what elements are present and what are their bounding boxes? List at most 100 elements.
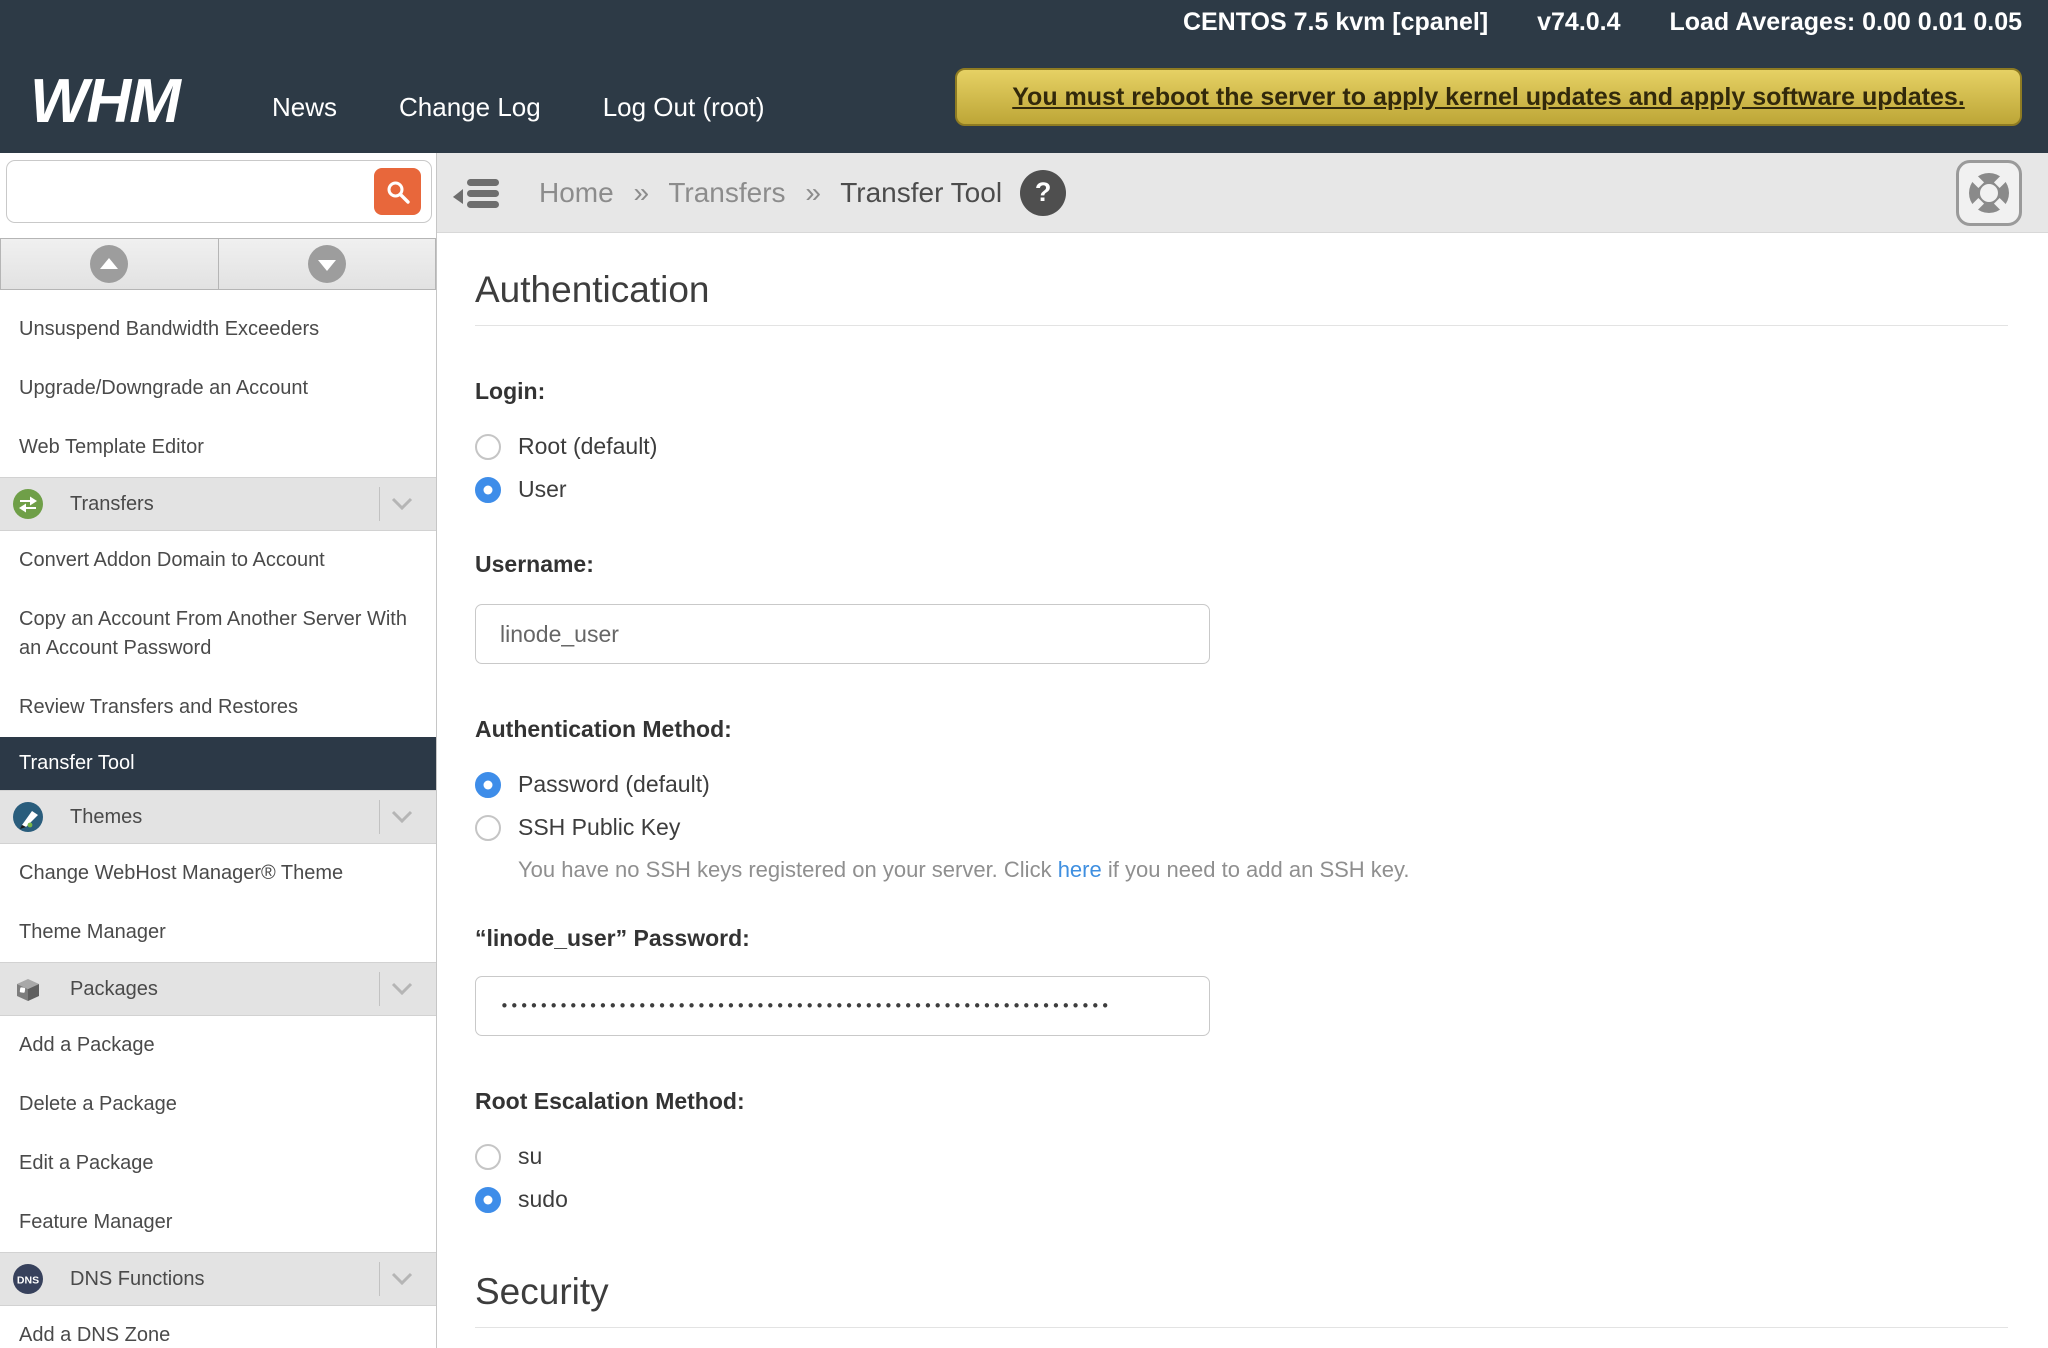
sidebar-section-transfers[interactable]: Transfers [0,477,436,531]
sidebar-item-web-template-editor[interactable]: Web Template Editor [0,418,436,477]
chevron-down-icon[interactable] [380,497,424,511]
server-version: v74.0.4 [1537,8,1620,36]
sidebar-search [6,160,432,223]
radio-label: sudo [518,1186,568,1213]
root-escalation-label: Root Escalation Method: [475,1088,2008,1115]
method-radio-group: Password (default) SSH Public Key [475,771,2008,841]
sidebar-item-transfer-tool[interactable]: Transfer Tool [0,737,436,790]
radio-user[interactable]: User [475,476,2008,503]
chevron-down-icon[interactable] [380,982,424,996]
transfers-icon [12,488,44,520]
password-input[interactable] [475,976,1210,1036]
escalation-radio-group: su sudo [475,1143,2008,1213]
nav-news[interactable]: News [272,92,337,123]
chevron-down-icon[interactable] [380,810,424,824]
breadcrumb-home[interactable]: Home [539,177,614,208]
support-button[interactable] [1956,160,2022,226]
top-nav: News Change Log Log Out (root) [272,92,765,123]
breadcrumb-transfers[interactable]: Transfers [668,177,785,208]
packages-icon [12,973,44,1005]
radio-icon[interactable] [475,815,501,841]
radio-label: User [518,476,567,503]
ssh-here-link[interactable]: here [1058,857,1102,882]
breadcrumb-current: Transfer Tool [840,177,1002,208]
load-averages: Load Averages: 0.00 0.01 0.05 [1669,8,2022,36]
login-label: Login: [475,378,2008,405]
main-content: Authentication Login: Root (default) Use… [437,233,2048,1348]
breadcrumb-separator: » [633,177,649,208]
radio-label: su [518,1143,542,1170]
sidebar-item-delete-package[interactable]: Delete a Package [0,1075,436,1134]
radio-icon[interactable] [475,772,501,798]
radio-label: Password (default) [518,771,710,798]
authentication-heading: Authentication [475,269,2008,311]
breadcrumb-bar: Home » Transfers » Transfer Tool ? [437,153,2048,233]
sidebar-section-label: DNS Functions [70,1268,205,1291]
radio-icon[interactable] [475,1187,501,1213]
sidebar-item-add-package[interactable]: Add a Package [0,1016,436,1075]
radio-icon[interactable] [475,434,501,460]
sidebar: Unsuspend Bandwidth Exceeders Upgrade/Do… [0,153,437,1348]
radio-root-default[interactable]: Root (default) [475,433,2008,460]
sidebar-item-review-transfers[interactable]: Review Transfers and Restores [0,678,436,737]
sidebar-item-convert-addon[interactable]: Convert Addon Domain to Account [0,531,436,590]
life-ring-icon [1966,170,2012,216]
divider [475,1327,2008,1328]
radio-su[interactable]: su [475,1143,2008,1170]
username-label: Username: [475,551,2008,578]
reboot-warning-text: You must reboot the server to apply kern… [1012,83,1965,112]
radio-icon[interactable] [475,1144,501,1170]
radio-icon[interactable] [475,477,501,503]
ssh-note-text: You have no SSH keys registered on your … [518,857,1058,882]
username-input[interactable] [475,604,1210,664]
sidebar-item-copy-account[interactable]: Copy an Account From Another Server With… [0,590,436,678]
breadcrumb: Home » Transfers » Transfer Tool [539,177,1002,209]
top-bar: WHM News Change Log Log Out (root) CENTO… [0,0,2048,153]
sidebar-section-label: Packages [70,978,158,1001]
search-icon [385,179,411,205]
sidebar-item-upgrade-downgrade[interactable]: Upgrade/Downgrade an Account [0,359,436,418]
dns-icon: DNS [12,1263,44,1295]
radio-sudo[interactable]: sudo [475,1186,2008,1213]
sidebar-item-change-whm-theme[interactable]: Change WebHost Manager® Theme [0,844,436,903]
search-input[interactable] [6,160,432,223]
nav-log-out[interactable]: Log Out (root) [603,92,765,123]
sidebar-item-unsuspend-bandwidth[interactable]: Unsuspend Bandwidth Exceeders [0,300,436,359]
sidebar-section-themes[interactable]: Themes [0,790,436,844]
radio-label: SSH Public Key [518,814,680,841]
server-status: CENTOS 7.5 kvm [cpanel] v74.0.4 Load Ave… [1183,8,2022,37]
authentication-method-label: Authentication Method: [475,716,2008,743]
nav-change-log[interactable]: Change Log [399,92,541,123]
radio-password-default[interactable]: Password (default) [475,771,2008,798]
sidebar-item-edit-package[interactable]: Edit a Package [0,1134,436,1193]
scroll-down-button[interactable] [219,238,437,290]
radio-ssh-public-key[interactable]: SSH Public Key [475,814,2008,841]
arrow-up-icon [90,245,128,283]
chevron-down-icon[interactable] [380,1272,424,1286]
whm-logo[interactable]: WHM [30,66,179,137]
sidebar-section-label: Themes [70,806,142,829]
radio-label: Root (default) [518,433,657,460]
collapse-sidebar-icon[interactable] [451,173,501,213]
password-label: “linode_user” Password: [475,925,2008,952]
sidebar-section-dns-functions[interactable]: DNS DNS Functions [0,1252,436,1306]
divider [475,325,2008,326]
svg-text:DNS: DNS [17,1275,39,1287]
reboot-warning-banner[interactable]: You must reboot the server to apply kern… [955,68,2022,126]
search-button[interactable] [374,168,421,215]
arrow-down-icon [308,245,346,283]
sidebar-item-add-dns-zone[interactable]: Add a DNS Zone [0,1306,436,1348]
breadcrumb-separator: » [805,177,821,208]
sidebar-item-theme-manager[interactable]: Theme Manager [0,903,436,962]
login-radio-group: Root (default) User [475,433,2008,503]
help-icon[interactable]: ? [1020,170,1066,216]
sidebar-menu: Unsuspend Bandwidth Exceeders Upgrade/Do… [0,300,436,1348]
sidebar-item-feature-manager[interactable]: Feature Manager [0,1193,436,1252]
server-os: CENTOS 7.5 kvm [cpanel] [1183,8,1488,36]
scroll-up-button[interactable] [0,238,219,290]
ssh-key-note: You have no SSH keys registered on your … [518,857,2008,883]
security-heading: Security [475,1271,2008,1313]
sidebar-section-label: Transfers [70,493,154,516]
sidebar-section-packages[interactable]: Packages [0,962,436,1016]
sidebar-scroll-controls [0,238,436,290]
